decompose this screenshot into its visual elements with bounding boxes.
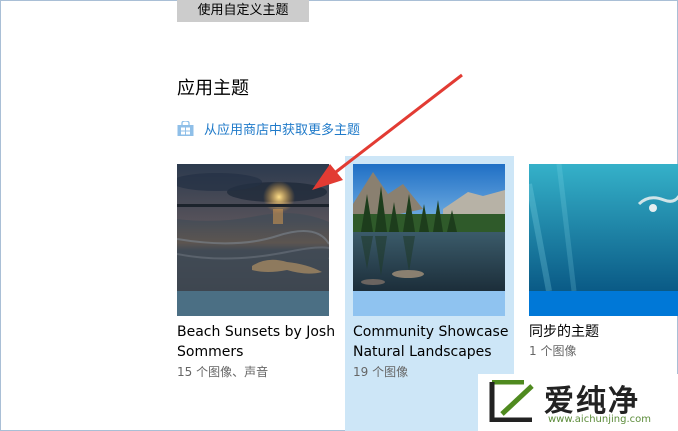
watermark-logo-icon	[489, 380, 534, 422]
site-watermark: 爱纯净 www.aichunjing.com	[478, 374, 678, 431]
annotation-arrow-icon	[312, 73, 463, 190]
watermark-url: www.aichunjing.com	[548, 414, 651, 425]
